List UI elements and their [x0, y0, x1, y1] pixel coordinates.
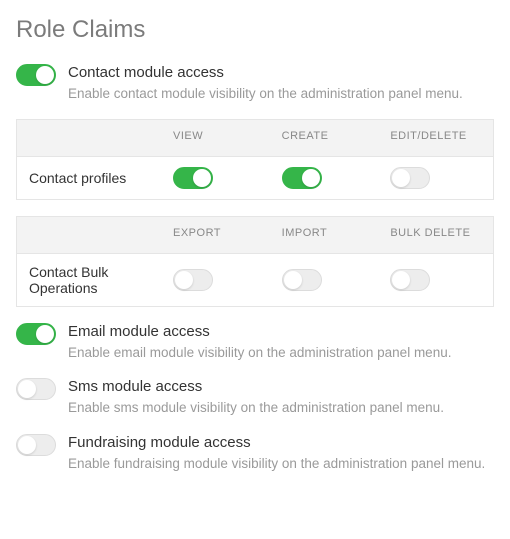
module-email-desc: Enable email module visibility on the ad…: [68, 344, 494, 362]
module-contact-desc: Enable contact module visibility on the …: [68, 85, 494, 103]
col-view: VIEW: [167, 120, 276, 156]
toggle-profiles-create[interactable]: [282, 167, 322, 189]
module-email: Email module access Enable email module …: [16, 323, 494, 362]
toggle-bulk-delete[interactable]: [390, 269, 430, 291]
col-import: IMPORT: [276, 217, 385, 253]
table-contact-profiles: . VIEW CREATE EDIT/DELETE Contact profil…: [16, 119, 494, 200]
toggle-profiles-view[interactable]: [173, 167, 213, 189]
module-sms-desc: Enable sms module visibility on the admi…: [68, 399, 494, 417]
module-sms: Sms module access Enable sms module visi…: [16, 378, 494, 417]
row-label-contact-profiles: Contact profiles: [17, 160, 167, 196]
module-fundraising-desc: Enable fundraising module visibility on …: [68, 455, 494, 473]
module-contact: Contact module access Enable contact mod…: [16, 64, 494, 103]
toggle-sms-module[interactable]: [16, 378, 56, 400]
toggle-fundraising-module[interactable]: [16, 434, 56, 456]
module-email-title: Email module access: [68, 323, 494, 340]
col-bulk-delete: BULK DELETE: [384, 217, 493, 253]
table-contact-bulk: . EXPORT IMPORT BULK DELETE Contact Bulk…: [16, 216, 494, 307]
col-export: EXPORT: [167, 217, 276, 253]
module-contact-title: Contact module access: [68, 64, 494, 81]
module-fundraising: Fundraising module access Enable fundrai…: [16, 434, 494, 473]
toggle-contact-module[interactable]: [16, 64, 56, 86]
toggle-profiles-edit[interactable]: [390, 167, 430, 189]
col-create: CREATE: [276, 120, 385, 156]
module-fundraising-title: Fundraising module access: [68, 434, 494, 451]
col-edit-delete: EDIT/DELETE: [384, 120, 493, 156]
row-label-contact-bulk: Contact Bulk Operations: [17, 254, 167, 306]
toggle-bulk-import[interactable]: [282, 269, 322, 291]
page-title: Role Claims: [16, 16, 494, 44]
toggle-bulk-export[interactable]: [173, 269, 213, 291]
module-sms-title: Sms module access: [68, 378, 494, 395]
toggle-email-module[interactable]: [16, 323, 56, 345]
